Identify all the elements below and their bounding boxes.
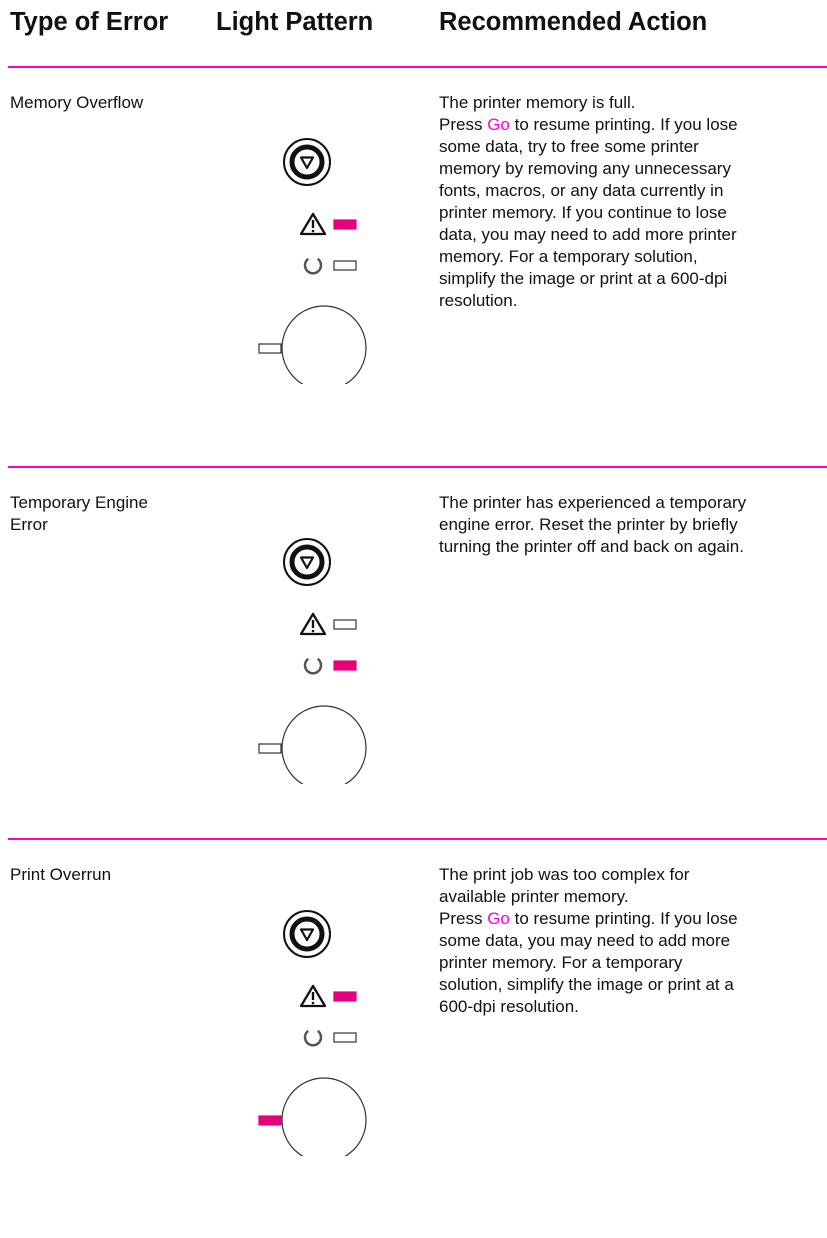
action-line: memory by removing any unnecessary <box>439 158 819 180</box>
go-button-outline <box>281 1077 367 1156</box>
action-line: Press Go to resume printing. If you lose <box>439 908 819 930</box>
light-pattern <box>250 524 380 784</box>
action-line: The print job was too complex for <box>439 864 819 886</box>
error-row: Print Overrun The print job was too comp… <box>0 838 827 1238</box>
action-line: printer memory. If you continue to lose <box>439 202 819 224</box>
error-type-line: Print Overrun <box>10 865 112 884</box>
ready-light <box>333 660 357 671</box>
action-line: simplify the image or print at a 600-dpi <box>439 268 819 290</box>
error-row: Memory Overflow The printer memory is fu… <box>0 66 827 466</box>
action-text: fonts, macros, or any data currently in <box>439 181 724 200</box>
attention-icon <box>299 984 327 1008</box>
column-header-type-of-error: Type of Error <box>10 8 169 36</box>
go-button-icon <box>283 538 331 586</box>
error-type: Memory Overflow <box>10 92 220 114</box>
action-text: The printer has experienced a temporary <box>439 493 747 512</box>
action-text: printer memory. If you continue to lose <box>439 203 727 222</box>
ready-light <box>333 1032 357 1043</box>
column-header-light-pattern: Light Pattern <box>216 8 374 36</box>
ready-icon <box>303 258 323 275</box>
action-line: The printer memory is full. <box>439 92 819 114</box>
error-type-line: Memory Overflow <box>10 93 144 112</box>
action-line: 600-dpi resolution. <box>439 996 819 1018</box>
action-text: resolution. <box>439 291 518 310</box>
attention-icon <box>299 612 327 636</box>
attention-light <box>333 991 357 1002</box>
go-light <box>258 743 282 754</box>
action-text: The printer memory is full. <box>439 93 636 112</box>
go-button-icon <box>283 910 331 958</box>
light-pattern-diagram <box>258 538 367 784</box>
action-line: printer memory. For a temporary <box>439 952 819 974</box>
error-type-line: Temporary Engine <box>10 493 148 512</box>
attention-light <box>333 219 357 230</box>
action-text: some data, you may need to add more <box>439 931 731 950</box>
action-line: solution, simplify the image or print at… <box>439 974 819 996</box>
go-button-reference: Go <box>487 115 510 134</box>
action-line: some data, you may need to add more <box>439 930 819 952</box>
action-text: engine error. Reset the printer by brief… <box>439 515 738 534</box>
action-line: fonts, macros, or any data currently in <box>439 180 819 202</box>
action-line: turning the printer off and back on agai… <box>439 536 819 558</box>
recommended-action: The printer has experienced a temporary e… <box>439 492 819 558</box>
error-type: Print Overrun <box>10 864 220 886</box>
action-text: Press <box>439 115 488 134</box>
light-pattern <box>250 124 380 384</box>
action-line: Press Go to resume printing. If you lose <box>439 114 819 136</box>
ready-light <box>333 260 357 271</box>
action-text: solution, simplify the image or print at… <box>439 975 734 994</box>
ready-icon <box>303 658 323 675</box>
action-line: available printer memory. <box>439 886 819 908</box>
recommended-action: The printer memory is full. Press Go to r… <box>439 92 819 312</box>
action-text: memory. For a temporary solution, <box>439 247 698 266</box>
attention-light <box>333 619 357 630</box>
action-text: memory by removing any unnecessary <box>439 159 731 178</box>
action-line: data, you may need to add more printer <box>439 224 819 246</box>
action-text: simplify the image or print at a 600-dpi <box>439 269 728 288</box>
column-header-recommended-action: Recommended Action <box>439 8 708 36</box>
action-text: available printer memory. <box>439 887 629 906</box>
ready-icon <box>303 1030 323 1047</box>
light-pattern-diagram <box>258 138 367 384</box>
action-line: memory. For a temporary solution, <box>439 246 819 268</box>
action-line: The printer has experienced a temporary <box>439 492 819 514</box>
go-button-outline <box>281 705 367 784</box>
action-line: some data, try to free some printer <box>439 136 819 158</box>
action-line: resolution. <box>439 290 819 312</box>
go-button-outline <box>281 305 367 384</box>
error-type: Temporary Engine Error <box>10 492 220 536</box>
error-row: Temporary Engine Error The printer has ex… <box>0 466 827 866</box>
action-line: engine error. Reset the printer by brief… <box>439 514 819 536</box>
action-text: printer memory. For a temporary <box>439 953 683 972</box>
action-text: data, you may need to add more printer <box>439 225 737 244</box>
go-light <box>258 1115 282 1126</box>
action-text: turning the printer off and back on agai… <box>439 537 744 556</box>
go-button-icon <box>283 138 331 186</box>
action-text: The print job was too complex for <box>439 865 690 884</box>
action-text: Press <box>439 909 488 928</box>
attention-icon <box>299 212 327 236</box>
recommended-action: The print job was too complex for availab… <box>439 864 819 1018</box>
action-text: to resume printing. If you lose <box>509 115 738 134</box>
go-light <box>258 343 282 354</box>
action-text: to resume printing. If you lose <box>509 909 738 928</box>
error-type-line: Error <box>10 515 48 534</box>
light-pattern-diagram <box>258 910 367 1156</box>
go-button-reference: Go <box>487 909 510 928</box>
action-text: some data, try to free some printer <box>439 137 699 156</box>
action-text: 600-dpi resolution. <box>439 997 579 1016</box>
light-pattern <box>250 896 380 1156</box>
